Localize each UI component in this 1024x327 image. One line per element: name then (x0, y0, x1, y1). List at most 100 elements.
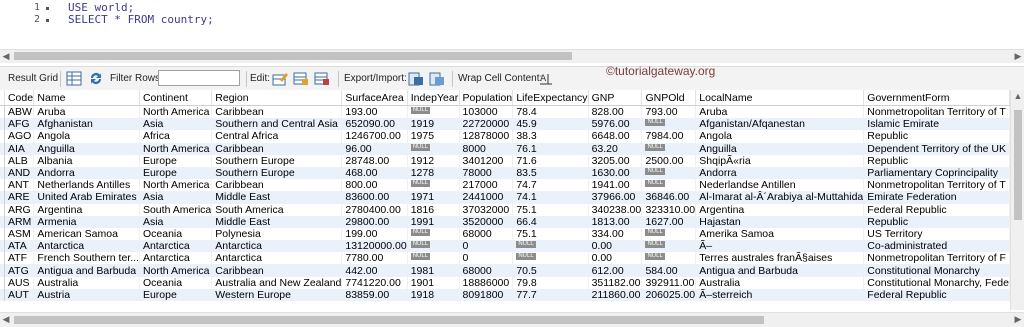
editor-horizontal-scrollbar[interactable]: ◀ ▶ (0, 49, 1024, 63)
table-cell[interactable]: 76.1 (512, 142, 589, 155)
table-cell[interactable]: 45.9 (512, 118, 589, 131)
column-header-lifeexpectancy[interactable]: LifeExpectancy (512, 90, 589, 106)
table-cell[interactable]: AUT (4, 288, 35, 301)
table-cell[interactable]: Australia (695, 276, 865, 289)
table-cell[interactable]: ASM (4, 227, 35, 241)
table-cell[interactable]: Nonmetropolitan Territory of F (863, 252, 1010, 265)
table-cell[interactable]: AGO (4, 130, 35, 143)
table-row[interactable]: ARM Armenia Asia Middle East 29800.00 1991 352… (0, 215, 1010, 228)
scroll-left-icon[interactable]: ◀ (0, 313, 12, 326)
table-cell[interactable]: 652090.00 (341, 118, 408, 131)
table-cell[interactable]: 5976.00 (588, 118, 643, 131)
table-cell[interactable]: Andorra (33, 166, 140, 180)
table-cell[interactable]: Europe (139, 154, 213, 167)
table-cell[interactable]: Argentina (33, 203, 140, 216)
result-grid-tab[interactable]: Result Grid (8, 71, 58, 87)
table-cell[interactable]: 96.00 (341, 142, 408, 155)
table-cell[interactable]: 2500.00 (641, 154, 697, 167)
table-cell[interactable]: Western Europe (211, 288, 343, 301)
table-cell[interactable]: 63.20 (588, 142, 643, 155)
table-cell[interactable]: 1627.00 (641, 215, 697, 228)
table-cell[interactable]: 217000 (459, 179, 514, 192)
table-cell[interactable]: Amerika Samoa (695, 227, 865, 241)
table-cell[interactable]: AFG (4, 118, 35, 131)
table-row[interactable]: ANT Netherlands Antilles North America Cari… (0, 179, 1010, 192)
table-cell[interactable]: 392911.00 (641, 276, 697, 289)
table-cell[interactable]: Parliamentary Coprincipality (863, 166, 1010, 180)
table-cell[interactable]: Netherlands Antilles (33, 179, 140, 192)
table-cell[interactable]: 1919 (407, 118, 460, 131)
table-cell[interactable]: Antarctica (33, 240, 140, 253)
table-cell[interactable]: 1813.00 (588, 215, 643, 228)
table-cell[interactable]: Constitutional Monarchy (863, 264, 1010, 277)
table-cell[interactable]: 36846.00 (641, 191, 697, 204)
table-cell[interactable]: Caribbean (211, 179, 343, 192)
table-cell[interactable]: NULL (512, 252, 589, 265)
table-cell[interactable]: 71.6 (512, 154, 589, 167)
table-cell[interactable]: 1912 (407, 154, 460, 167)
table-cell[interactable]: South America (211, 203, 343, 216)
insert-row-icon[interactable] (293, 71, 309, 86)
table-cell[interactable]: NULL (407, 252, 460, 265)
table-cell[interactable]: Aruba (33, 105, 140, 119)
table-cell[interactable]: 83600.00 (341, 191, 408, 204)
table-cell[interactable]: 0.00 (588, 252, 643, 265)
table-cell[interactable]: Southern Europe (211, 166, 343, 180)
table-cell[interactable]: Antigua and Barbuda (695, 264, 865, 277)
table-cell[interactable]: US Territory (863, 227, 1010, 241)
table-cell[interactable]: 1246700.00 (341, 130, 408, 143)
column-header-surfacearea[interactable]: SurfaceArea (341, 90, 408, 106)
table-cell[interactable]: Polynesia (211, 227, 343, 241)
table-cell[interactable]: 79.8 (512, 276, 589, 289)
table-cell[interactable]: 1981 (407, 264, 460, 277)
table-cell[interactable]: NULL (641, 142, 697, 155)
table-cell[interactable]: Antarctica (211, 252, 343, 265)
table-row[interactable]: AND Andorra Europe Southern Europe 468.00 127… (0, 166, 1010, 180)
table-cell[interactable]: Republic (863, 130, 1010, 143)
table-cell[interactable]: 3520000 (459, 215, 514, 228)
table-cell[interactable]: ShqipÃ«ria (695, 154, 865, 167)
table-cell[interactable]: 0 (459, 252, 514, 265)
table-cell[interactable]: 340238.00 (588, 203, 643, 216)
grid-horizontal-scrollbar[interactable]: ◀ ▶ (0, 312, 1024, 327)
table-row[interactable]: ATF French Southern ter... Antarctica Antar… (0, 252, 1010, 265)
edit-row-icon[interactable] (272, 71, 288, 86)
column-header-indepyear[interactable]: IndepYear (407, 90, 460, 106)
scrollbar-thumb[interactable] (14, 52, 572, 60)
table-cell[interactable]: 3205.00 (588, 154, 643, 167)
table-cell[interactable]: ALB (4, 154, 35, 167)
table-cell[interactable]: Oceania (139, 276, 213, 289)
table-cell[interactable]: Asia (139, 118, 213, 131)
scrollbar-thumb[interactable] (14, 316, 764, 324)
table-cell[interactable]: 206025.00 (641, 288, 697, 301)
sql-editor[interactable]: 1 2 USE world; SELECT * FROM country; (0, 0, 1024, 49)
table-cell[interactable]: North America (139, 179, 213, 192)
wrap-text-icon[interactable]: A (538, 71, 554, 86)
table-cell[interactable]: 7984.00 (641, 130, 697, 143)
table-cell[interactable]: Al-Imarat al-Â´Arabiya al-Muttahida (695, 191, 865, 204)
column-header-population[interactable]: Population (459, 90, 514, 106)
table-cell[interactable]: South America (139, 203, 213, 216)
table-cell[interactable]: Antarctica (211, 240, 343, 253)
table-cell[interactable]: Nonmetropolitan Territory of T (863, 105, 1010, 119)
table-cell[interactable]: 0.00 (588, 240, 643, 253)
table-cell[interactable]: Europe (139, 288, 213, 301)
table-cell[interactable]: NULL (641, 118, 697, 131)
table-cell[interactable]: 3401200 (459, 154, 514, 167)
table-cell[interactable]: 2441000 (459, 191, 514, 204)
table-cell[interactable]: 78.4 (512, 105, 589, 119)
table-cell[interactable]: North America (139, 105, 213, 119)
table-cell[interactable]: 584.00 (641, 264, 697, 277)
column-header-continent[interactable]: Continent (139, 90, 213, 106)
table-cell[interactable]: 1816 (407, 203, 460, 216)
table-cell[interactable]: Albania (33, 154, 140, 167)
table-cell[interactable]: Anguilla (695, 142, 865, 155)
table-cell[interactable]: 612.00 (588, 264, 643, 277)
table-cell[interactable]: North America (139, 264, 213, 277)
table-cell[interactable]: 1630.00 (588, 166, 643, 180)
table-row[interactable]: ATA Antarctica Antarctica Antarctica 1312000… (0, 240, 1010, 253)
table-cell[interactable]: 211860.00 (588, 288, 643, 301)
table-cell[interactable]: NULL (407, 227, 460, 241)
scroll-right-icon[interactable]: ▶ (1012, 50, 1024, 63)
table-cell[interactable]: ANT (4, 179, 35, 192)
